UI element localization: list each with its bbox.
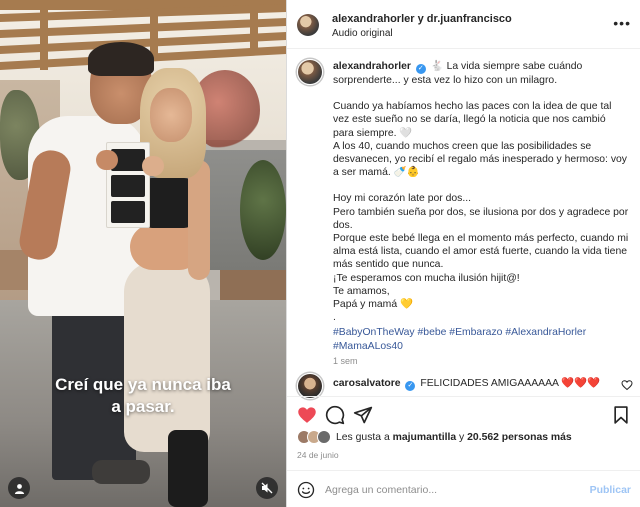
overlay-line-1: Creí que ya nunca iba — [55, 375, 231, 394]
author-names: alexandrahorler y dr.juanfrancisco — [332, 13, 512, 25]
post-side-panel: alexandrahorler y dr.juanfrancisco Audio… — [286, 0, 640, 507]
more-options-button[interactable]: ••• — [613, 15, 631, 31]
bookmark-icon[interactable] — [611, 405, 631, 425]
commenter-username[interactable]: carosalvatore — [333, 378, 401, 389]
verified-badge-icon: ✓ — [405, 381, 416, 391]
media-overlay-text: Creí que ya nunca iba a pasar. — [0, 374, 286, 418]
emoji-icon[interactable] — [297, 481, 315, 499]
likes-count[interactable]: 20.562 personas más — [467, 432, 572, 443]
publish-button[interactable]: Publicar — [590, 484, 631, 496]
author-username[interactable]: alexandrahorler — [332, 13, 415, 25]
add-comment-bar: Publicar — [287, 470, 640, 507]
caption-hashtags[interactable]: #BabyOnTheWay #bebe #Embarazo #Alexandra… — [333, 326, 629, 352]
verified-badge-icon: ✓ — [415, 64, 426, 74]
collaborator-username[interactable]: dr.juanfrancisco — [427, 13, 512, 25]
user-icon — [14, 483, 24, 494]
caption-section: alexandrahorler ✓ 🐇 La vida siempre sabe… — [287, 50, 640, 370]
liker-avatar[interactable] — [317, 430, 331, 444]
woman-face — [150, 88, 192, 142]
woman-arm — [188, 160, 210, 280]
share-send-icon[interactable] — [353, 405, 373, 425]
caption-avatar[interactable] — [297, 59, 323, 85]
liked-heart-icon[interactable] — [297, 405, 317, 425]
hand — [142, 156, 164, 176]
comment-like-heart-icon[interactable] — [621, 379, 633, 391]
man-shoe — [92, 460, 150, 484]
tagged-users-button[interactable] — [8, 477, 30, 499]
comment-text: FELICIDADES AMIGAAAAAA ❤️❤️❤️ — [420, 378, 601, 389]
comment-text-wrap: carosalvatore ✓ FELICIDADES AMIGAAAAAA ❤… — [333, 376, 600, 391]
post-date[interactable]: 24 de junio — [297, 450, 339, 460]
comment-bubble-icon[interactable] — [325, 405, 345, 425]
caption-paragraph-2: Cuando ya habíamos hecho las paces con l… — [333, 101, 627, 179]
plant — [240, 160, 286, 260]
caption: alexandrahorler ✓ 🐇 La vida siempre sabe… — [333, 60, 629, 368]
woman-pants — [124, 262, 210, 452]
likes-text: Les gusta a majumantilla y 20.562 person… — [336, 432, 572, 443]
comment-row: carosalvatore ✓ FELICIDADES AMIGAAAAAA ❤… — [287, 371, 640, 399]
post-time-ago[interactable]: 1 sem — [333, 355, 629, 368]
add-comment-input[interactable] — [325, 479, 575, 501]
speaker-muted-icon — [261, 482, 273, 494]
bench — [220, 270, 286, 300]
post-media[interactable]: Creí que ya nunca iba a pasar. — [0, 0, 286, 507]
woman-boot — [168, 430, 208, 507]
action-bar — [287, 396, 640, 430]
more-dots-icon: ••• — [613, 15, 631, 31]
audio-label[interactable]: Audio original — [332, 28, 393, 39]
caption-paragraph-3: Hoy mi corazón late por dos... Pero tamb… — [333, 193, 629, 324]
caption-username[interactable]: alexandrahorler — [333, 61, 411, 72]
liker-username[interactable]: majumantilla — [393, 432, 457, 443]
overlay-line-2: a pasar. — [111, 397, 175, 416]
mute-button[interactable] — [256, 477, 278, 499]
author-avatar[interactable] — [297, 14, 319, 36]
man-hair — [88, 42, 154, 76]
likes-connector: y — [459, 432, 465, 443]
collab-connector: y — [417, 13, 424, 25]
post-header: alexandrahorler y dr.juanfrancisco Audio… — [287, 0, 640, 49]
likes-prefix: Les gusta a — [336, 432, 390, 443]
hand — [96, 150, 118, 170]
likes-row: Les gusta a majumantilla y 20.562 person… — [287, 430, 640, 448]
